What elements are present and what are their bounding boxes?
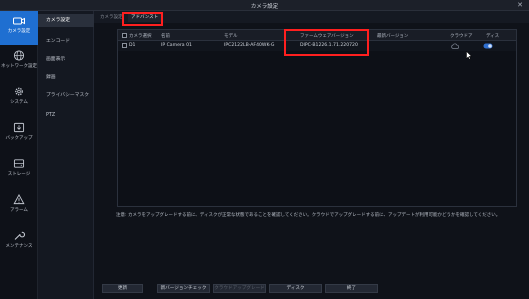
cell-id: D1 (129, 43, 136, 48)
storage-icon (13, 159, 25, 168)
disk-button[interactable]: ディスク (269, 284, 322, 293)
nav-item-camera[interactable]: カメラ設定 (0, 11, 38, 45)
alarm-icon (13, 194, 25, 205)
subnav-item-camera-settings[interactable]: カメラ設定 (38, 14, 94, 27)
upgrade-note: 注意: カメラをアップグレードする前に、ディスクが正常な状態であることを確認して… (116, 213, 501, 218)
header-name: 名前 (161, 34, 170, 39)
cloud-upgrade-button[interactable]: クラウドアップグレード (213, 284, 266, 293)
main-nav: カメラ設定 ネットワーク設定 システム バックアップ ストレージ アラーム メン… (0, 11, 38, 299)
header-cloud: クラウドア (450, 34, 473, 39)
nav-item-storage[interactable]: ストレージ (0, 153, 38, 187)
nav-label-storage: ストレージ (7, 172, 31, 177)
title-bar: カメラ設定 ✕ (0, 0, 529, 11)
header-latest: 最新バージョン (377, 34, 409, 39)
wrench-icon (14, 231, 25, 240)
header-model: モデル (224, 34, 238, 39)
subnav-item-recording[interactable]: 録画 (38, 71, 94, 84)
nav-label-network: ネットワーク設定 (1, 64, 37, 69)
camera-icon (13, 17, 25, 25)
subnav-item-encode[interactable]: エンコード (38, 35, 94, 48)
mouse-cursor-icon (466, 51, 472, 60)
subnav-item-ptz[interactable]: PTZ (38, 109, 94, 122)
cell-model: IPC2122LB-AF40WK-G (224, 43, 275, 48)
nav-label-backup: バックアップ (5, 136, 33, 141)
select-all-checkbox[interactable] (122, 33, 127, 38)
highlight-advanced-tab (122, 12, 163, 26)
nav-item-maintenance[interactable]: メンテナンス (0, 225, 38, 259)
nav-item-network[interactable]: ネットワーク設定 (0, 45, 38, 79)
nav-label-camera: カメラ設定 (7, 29, 31, 34)
toggle-icon[interactable] (483, 43, 493, 49)
gear-icon (15, 87, 23, 96)
subnav-item-privacy-mask[interactable]: プライバシーマスク (38, 89, 94, 102)
nav-item-alarm[interactable]: アラーム (0, 189, 38, 223)
sub-nav: カメラ設定 エンコード 画面表示 録画 プライバシーマスク PTZ (38, 11, 94, 299)
exit-button[interactable]: 終了 (325, 284, 378, 293)
nav-label-maintenance: メンテナンス (5, 244, 33, 249)
nav-item-backup[interactable]: バックアップ (0, 117, 38, 151)
window-title: カメラ設定 (250, 4, 279, 10)
header-select: カメラ選択 (129, 34, 152, 39)
close-icon[interactable]: ✕ (517, 1, 523, 9)
row-checkbox[interactable] (122, 43, 127, 48)
check-new-version-button[interactable]: 新バージョンチェック (157, 284, 210, 293)
nav-label-system: システム (10, 100, 28, 105)
backup-icon (13, 122, 25, 133)
highlight-firmware-version (284, 29, 369, 56)
header-disk: ディス (486, 34, 500, 39)
cloud-icon[interactable] (451, 43, 459, 49)
nav-item-system[interactable]: システム (0, 81, 38, 115)
subnav-item-display[interactable]: 画面表示 (38, 53, 94, 66)
refresh-button[interactable]: 更新 (102, 284, 143, 293)
nav-label-alarm: アラーム (10, 208, 28, 213)
cell-name: IP Camera 01 (161, 43, 192, 48)
globe-icon (13, 50, 25, 61)
